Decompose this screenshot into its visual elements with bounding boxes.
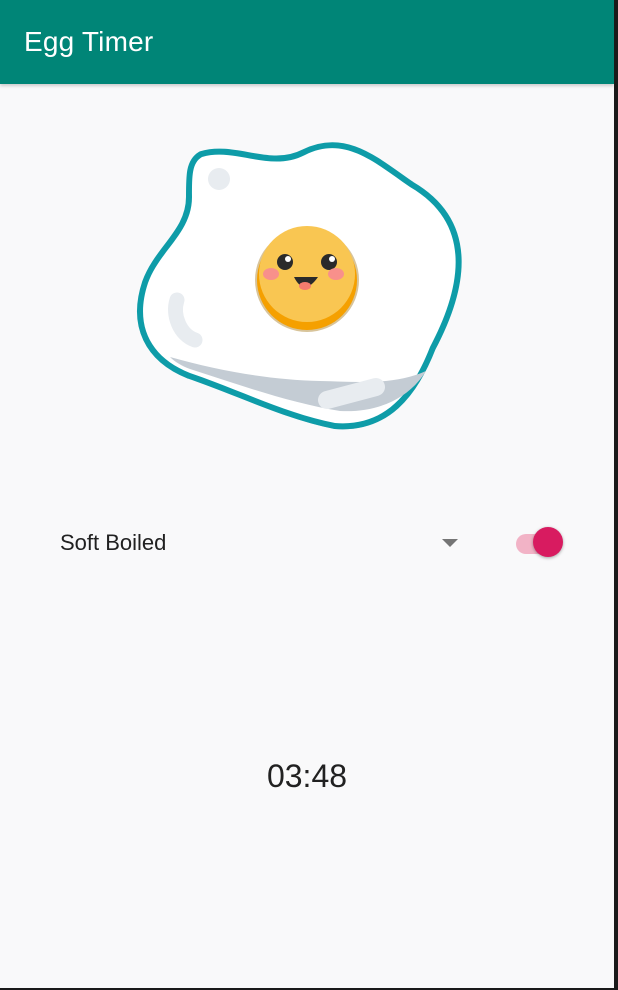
- dropdown-arrow-icon: [442, 539, 458, 547]
- screen-edge: [614, 0, 618, 990]
- egg-timer-screen: Egg Timer Soft Boiled 03:48: [0, 0, 614, 988]
- switch-thumb: [533, 527, 563, 557]
- controls-row: Soft Boiled: [0, 510, 614, 576]
- egg-type-selected-value: Soft Boiled: [60, 530, 167, 555]
- timer-toggle-switch[interactable]: [512, 524, 568, 562]
- egg-type-dropdown[interactable]: Soft Boiled: [44, 510, 474, 576]
- fried-egg-icon: [137, 142, 462, 430]
- app-title: Egg Timer: [24, 26, 154, 57]
- timer-display: 03:48: [266, 758, 348, 794]
- app-bar: Egg Timer: [0, 0, 614, 84]
